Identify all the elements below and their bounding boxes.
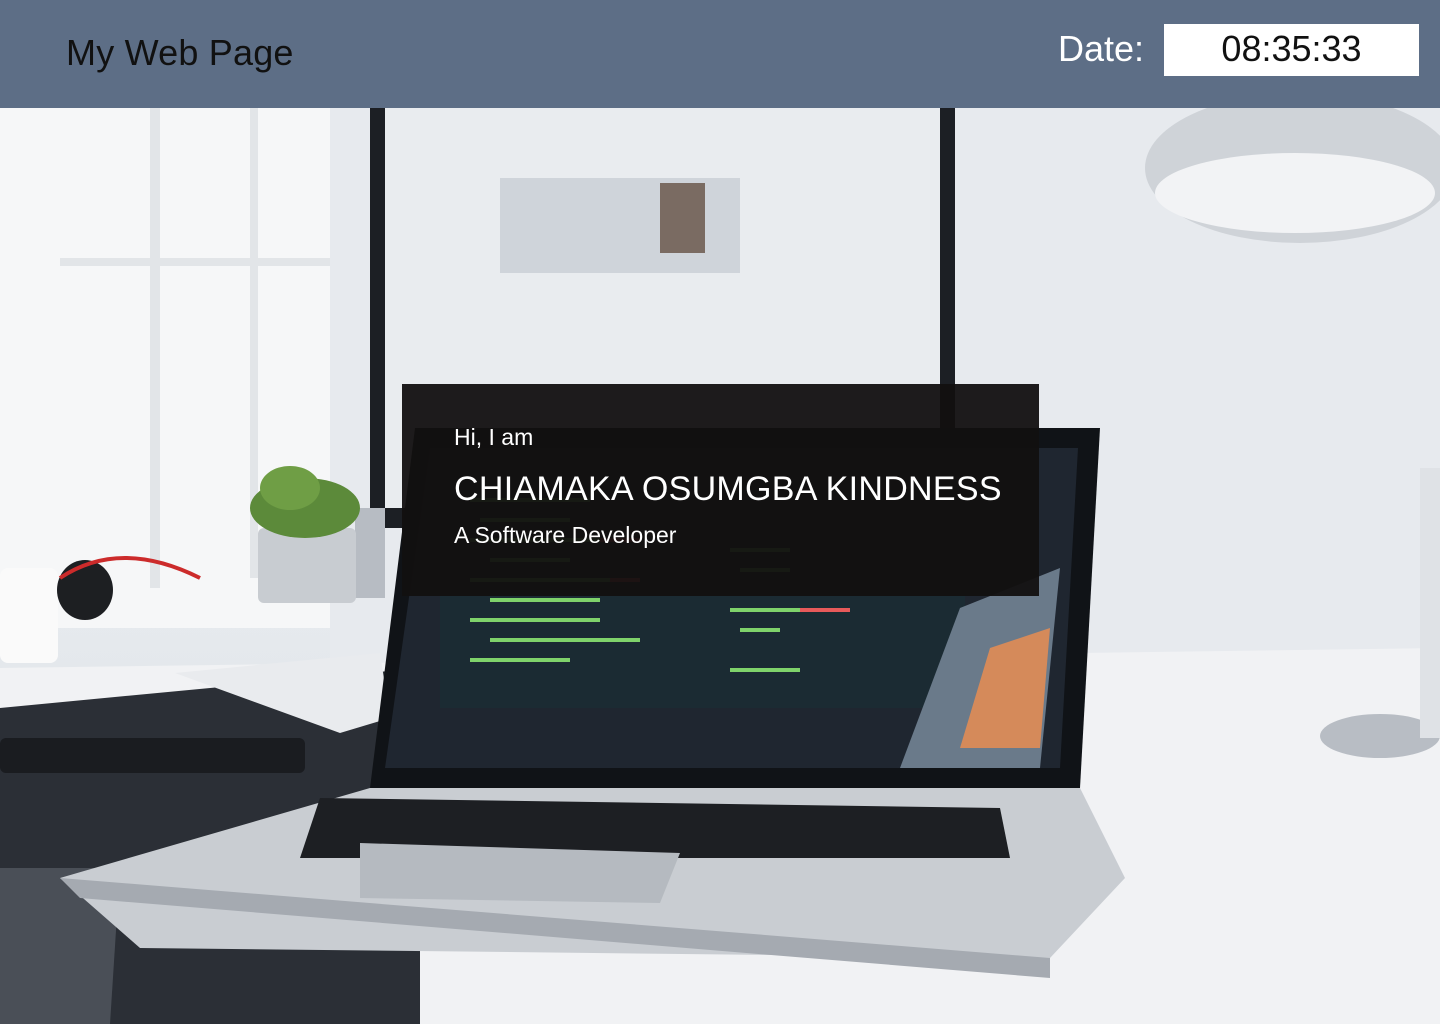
developer-name: CHIAMAKA OSUMGBA KINDNESS (454, 470, 1002, 508)
hero-background: Hi, I am CHIAMAKA OSUMGBA KINDNESS A Sof… (0, 108, 1440, 1024)
greeting-text: Hi, I am (454, 424, 534, 450)
developer-role: A Software Developer (454, 522, 677, 548)
site-title: My Web Page (66, 32, 294, 73)
date-label: Date: (1058, 28, 1145, 69)
clock-display: 08:35:33 (1164, 24, 1419, 76)
top-header: My Web Page Date: 08:35:33 (0, 0, 1440, 108)
intro-card: Hi, I am CHIAMAKA OSUMGBA KINDNESS A Sof… (402, 384, 1039, 596)
